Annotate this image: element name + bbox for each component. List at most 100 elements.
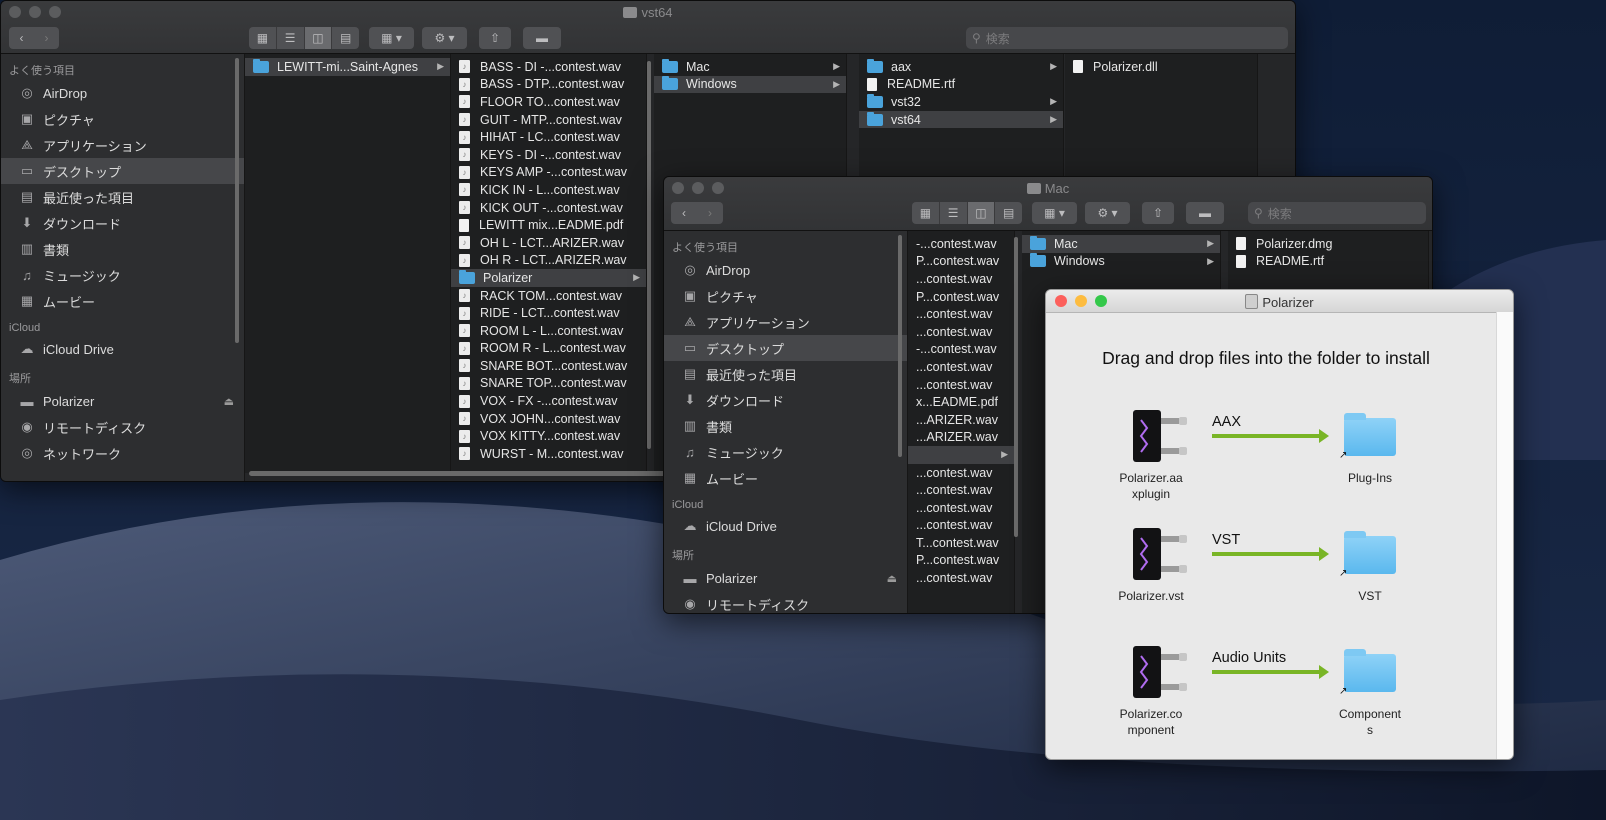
tags-button[interactable]: ▬ <box>523 27 561 49</box>
list-item[interactable]: ♪ WURST - M...contest.wav <box>451 445 646 463</box>
target-folder-icon[interactable] <box>1344 649 1396 692</box>
list-item[interactable]: ♪ KEYS - DI -...contest.wav <box>451 146 646 164</box>
list-item[interactable]: -...contest.wav <box>908 341 1014 359</box>
list-item[interactable]: Polarizer.dll <box>1065 58 1257 76</box>
sidebar-item[interactable]: ◎ ネットワーク <box>1 440 244 466</box>
list-item[interactable]: Polarizer ▶ <box>451 269 646 287</box>
list-item[interactable]: Mac ▶ <box>1022 235 1220 253</box>
icon-view-icon[interactable]: ▦ <box>249 27 277 49</box>
list-item[interactable]: ...contest.wav <box>908 499 1014 517</box>
sidebar-item[interactable]: ▥ 書類 <box>1 236 244 262</box>
list-item[interactable]: ♪ RIDE - LCT...contest.wav <box>451 304 646 322</box>
list-item[interactable]: LEWITT-mi...Saint-Agnes ▶ <box>245 58 450 76</box>
list-item[interactable]: ...contest.wav <box>908 323 1014 341</box>
view-mode-segmented[interactable]: ▦ ☰ ◫ ▤ <box>912 202 1022 224</box>
gallery-view-icon[interactable]: ▤ <box>332 27 359 49</box>
column-2-scrollbar[interactable] <box>1014 237 1018 537</box>
gallery-view-icon[interactable]: ▤ <box>995 202 1022 224</box>
sidebar-item[interactable]: ▭ デスクトップ <box>1 158 244 184</box>
action-button[interactable]: ⚙ ▾ <box>1085 202 1130 224</box>
forward-icon[interactable]: › <box>34 31 59 45</box>
sidebar-item[interactable]: ▦ ムービー <box>664 465 907 491</box>
list-item[interactable]: ♪ ROOM R - L...contest.wav <box>451 340 646 358</box>
list-item[interactable]: ♪ KEYS AMP -...contest.wav <box>451 164 646 182</box>
list-view-icon[interactable]: ☰ <box>940 202 968 224</box>
list-item[interactable]: ♪ GUIT - MTP...contest.wav <box>451 111 646 129</box>
column-view-icon[interactable]: ◫ <box>967 202 996 224</box>
share-button[interactable]: ⇧ <box>1142 202 1174 224</box>
list-item[interactable]: vst64 ▶ <box>859 110 1063 129</box>
column-2-scrollbar[interactable] <box>647 61 651 449</box>
sidebar-item[interactable]: ◉ リモートディスク <box>664 591 907 613</box>
list-item[interactable]: ♪ SNARE BOT...contest.wav <box>451 357 646 375</box>
plugin-file-icon[interactable] <box>1131 526 1191 582</box>
search-field[interactable]: ⚲ 検索 <box>966 27 1288 49</box>
sidebar-item[interactable]: ♫ ミュージック <box>664 439 907 465</box>
list-item[interactable]: ♪ HIHAT - LC...contest.wav <box>451 128 646 146</box>
group-button[interactable]: ▦ ▾ <box>1032 202 1077 224</box>
list-item[interactable]: ♪ FLOOR TO...contest.wav <box>451 93 646 111</box>
list-item[interactable]: ...contest.wav <box>908 464 1014 482</box>
icon-view-icon[interactable]: ▦ <box>912 202 940 224</box>
sidebar-item[interactable]: ▥ 書類 <box>664 413 907 439</box>
target-folder-icon[interactable] <box>1344 413 1396 456</box>
list-item[interactable]: ♪ OH R - LCT...ARIZER.wav <box>451 252 646 270</box>
list-item[interactable]: P...contest.wav <box>908 253 1014 271</box>
plugin-file-icon[interactable] <box>1131 408 1191 464</box>
sidebar-item[interactable]: ▣ ピクチャ <box>664 283 907 309</box>
sidebar-item[interactable]: ☁ iCloud Drive <box>1 336 244 362</box>
sidebar-scrollbar[interactable] <box>898 235 902 457</box>
sidebar-item[interactable]: ▭ デスクトップ <box>664 335 907 361</box>
list-item[interactable]: ...contest.wav <box>908 305 1014 323</box>
target-folder-icon[interactable] <box>1344 531 1396 574</box>
sidebar-item[interactable]: ♫ ミュージック <box>1 262 244 288</box>
list-item[interactable]: ...contest.wav <box>908 270 1014 288</box>
list-item[interactable]: P...contest.wav <box>908 288 1014 306</box>
forward-icon[interactable]: › <box>697 206 723 220</box>
sidebar-item[interactable]: ⟁ アプリケーション <box>664 309 907 335</box>
list-item[interactable]: T...contest.wav <box>908 534 1014 552</box>
plugin-file-icon[interactable] <box>1131 644 1191 700</box>
sidebar-item[interactable]: ▬ Polarizer ⏏ <box>1 388 244 414</box>
view-mode-segmented[interactable]: ▦ ☰ ◫ ▤ <box>249 27 359 49</box>
list-item[interactable]: ...ARIZER.wav <box>908 411 1014 429</box>
list-item[interactable]: Polarizer.dmg <box>1228 235 1428 253</box>
eject-icon[interactable]: ⏏ <box>887 572 897 585</box>
sidebar-scrollbar[interactable] <box>235 58 239 343</box>
sidebar-item[interactable]: ⬇ ダウンロード <box>1 210 244 236</box>
list-item[interactable]: x...EADME.pdf <box>908 393 1014 411</box>
list-item[interactable]: -...contest.wav <box>908 235 1014 253</box>
column-view-icon[interactable]: ◫ <box>304 27 333 49</box>
list-item[interactable]: ♪ VOX JOHN...contest.wav <box>451 410 646 428</box>
list-item[interactable]: ...ARIZER.wav <box>908 429 1014 447</box>
back-icon[interactable]: ‹ <box>9 31 34 45</box>
action-button[interactable]: ⚙ ▾ <box>422 27 467 49</box>
list-item[interactable]: ♪ BASS - DI -...contest.wav <box>451 58 646 76</box>
list-item[interactable]: ♪ SNARE TOP...contest.wav <box>451 375 646 393</box>
list-item[interactable]: ♪ BASS - DTP...contest.wav <box>451 76 646 94</box>
list-item[interactable]: ♪ VOX - FX -...contest.wav <box>451 392 646 410</box>
sidebar-item[interactable]: ▣ ピクチャ <box>1 106 244 132</box>
list-item[interactable]: vst32 ▶ <box>859 93 1063 111</box>
group-button[interactable]: ▦ ▾ <box>369 27 414 49</box>
list-item[interactable]: README.rtf <box>859 76 1063 94</box>
sidebar-item[interactable]: ▦ ムービー <box>1 288 244 314</box>
eject-icon[interactable]: ⏏ <box>224 395 234 408</box>
list-item[interactable]: ...contest.wav <box>908 358 1014 376</box>
list-item[interactable]: ♪ VOX KITTY...contest.wav <box>451 427 646 445</box>
list-view-icon[interactable]: ☰ <box>277 27 305 49</box>
list-item[interactable]: ...contest.wav <box>908 481 1014 499</box>
list-item[interactable]: LEWITT mix...EADME.pdf <box>451 216 646 234</box>
list-item[interactable]: ♪ KICK IN - L...contest.wav <box>451 181 646 199</box>
sidebar-item[interactable]: ◎ AirDrop <box>1 80 244 106</box>
sidebar-item[interactable]: ◎ AirDrop <box>664 257 907 283</box>
sidebar-item[interactable]: ▬ Polarizer ⏏ <box>664 565 907 591</box>
list-item[interactable]: ...contest.wav <box>908 376 1014 394</box>
share-button[interactable]: ⇧ <box>479 27 511 49</box>
list-item[interactable]: ...contest.wav <box>908 517 1014 535</box>
sidebar-item[interactable]: ◉ リモートディスク <box>1 414 244 440</box>
nav-back-forward[interactable]: ‹ › <box>9 27 59 49</box>
back-icon[interactable]: ‹ <box>671 206 697 220</box>
search-field[interactable]: ⚲ 検索 <box>1248 202 1426 224</box>
list-item[interactable]: README.rtf <box>1228 253 1428 271</box>
